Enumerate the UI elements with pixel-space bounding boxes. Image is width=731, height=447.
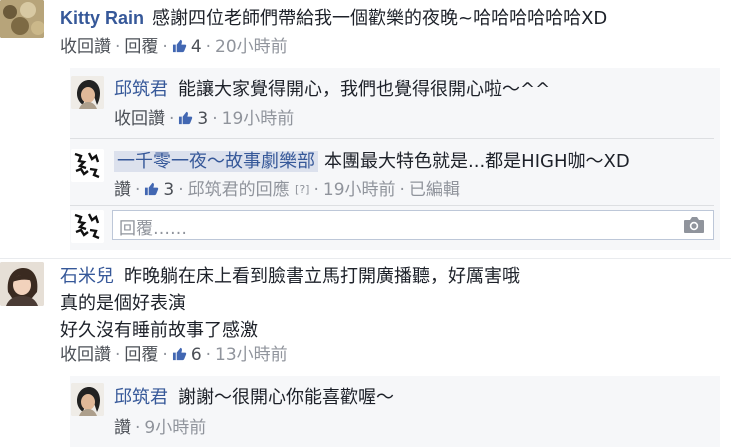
divider [70, 205, 714, 206]
reply-actions: 收回讚 · 3 · 19小時前 [114, 109, 295, 129]
help-link[interactable]: [?] [295, 183, 309, 196]
comment-line: Kitty Rain 感謝四位老師們帶給我一個歡樂的夜晚~哈哈哈哈哈哈XD [60, 6, 607, 31]
comment-line: 石米兒 昨晚躺在床上看到臉書立馬打開廣播聽，好厲害哦 [60, 265, 520, 289]
thumbs-up-icon [172, 39, 187, 53]
avatar[interactable] [0, 262, 44, 306]
reply-line: 邱筑君 能讓大家覺得開心，我們也覺得很開心啦～^^ [114, 78, 550, 102]
divider [0, 258, 731, 259]
like-count[interactable]: 4 [172, 37, 202, 57]
reply-actions: 讚 · 3 · 邱筑君的回應 [?] · 19小時前 · 已編輯 [114, 180, 460, 200]
edited-label[interactable]: 已編輯 [409, 180, 460, 200]
comment-text: 好久沒有睡前故事了感激 [60, 320, 258, 341]
thumbs-up-icon [179, 111, 193, 125]
timestamp[interactable]: 9小時前 [144, 418, 206, 438]
timestamp[interactable]: 19小時前 [222, 109, 295, 129]
reply-button[interactable]: 回覆 [124, 37, 158, 57]
reply-text: 本團最大特色就是...都是HIGH咖～XD [324, 151, 630, 172]
thumbs-up-icon [145, 182, 159, 196]
camera-icon[interactable] [683, 216, 705, 234]
reply-input[interactable]: 回覆…… [112, 210, 714, 240]
unlike-button[interactable]: 收回讚 [60, 37, 111, 57]
like-count[interactable]: 6 [172, 345, 202, 365]
reply-text: 能讓大家覺得開心，我們也覺得很開心啦～^^ [178, 79, 551, 100]
responded-by-label: 邱筑君的回應 [187, 180, 290, 200]
page-avatar[interactable] [71, 149, 104, 182]
comment-text: 感謝四位老師們帶給我一個歡樂的夜晚~哈哈哈哈哈哈XD [152, 8, 608, 29]
like-count[interactable]: 3 [178, 109, 208, 129]
avatar[interactable] [0, 0, 44, 38]
unlike-button[interactable]: 收回讚 [114, 109, 165, 129]
comment-author[interactable]: Kitty Rain [60, 8, 144, 28]
page-avatar [71, 210, 104, 243]
avatar[interactable] [71, 383, 104, 416]
reply-author[interactable]: 邱筑君 [114, 79, 168, 100]
reply-input-placeholder: 回覆…… [119, 219, 187, 239]
timestamp[interactable]: 20小時前 [215, 37, 288, 57]
page-author[interactable]: 一千零一夜～故事劇樂部 [114, 151, 318, 172]
timestamp[interactable]: 13小時前 [215, 345, 288, 365]
reply-text: 謝謝～很開心你能喜歡喔～ [178, 387, 394, 408]
divider [70, 138, 714, 139]
reply-line: 一千零一夜～故事劇樂部 本團最大特色就是...都是HIGH咖～XD [114, 150, 630, 174]
reply-button[interactable]: 回覆 [124, 345, 158, 365]
unlike-button[interactable]: 收回讚 [60, 345, 111, 365]
thumbs-up-icon [172, 347, 187, 361]
comment-author[interactable]: 石米兒 [60, 266, 114, 287]
reply-author[interactable]: 邱筑君 [114, 387, 168, 408]
comment-text: 真的是個好表演 [60, 293, 186, 314]
like-button[interactable]: 讚 [114, 180, 131, 200]
comment-text: 昨晚躺在床上看到臉書立馬打開廣播聽，好厲害哦 [124, 266, 520, 287]
like-count[interactable]: 3 [144, 180, 174, 200]
reply-line: 邱筑君 謝謝～很開心你能喜歡喔～ [114, 386, 394, 410]
timestamp[interactable]: 19小時前 [323, 180, 396, 200]
reply-actions: 讚 · 9小時前 [114, 418, 207, 438]
like-button[interactable]: 讚 [114, 418, 131, 438]
avatar[interactable] [71, 76, 104, 109]
comment-actions: 收回讚 · 回覆 · 4 · 20小時前 [60, 37, 288, 57]
comment-actions: 收回讚 · 回覆 · 6 · 13小時前 [60, 345, 288, 365]
